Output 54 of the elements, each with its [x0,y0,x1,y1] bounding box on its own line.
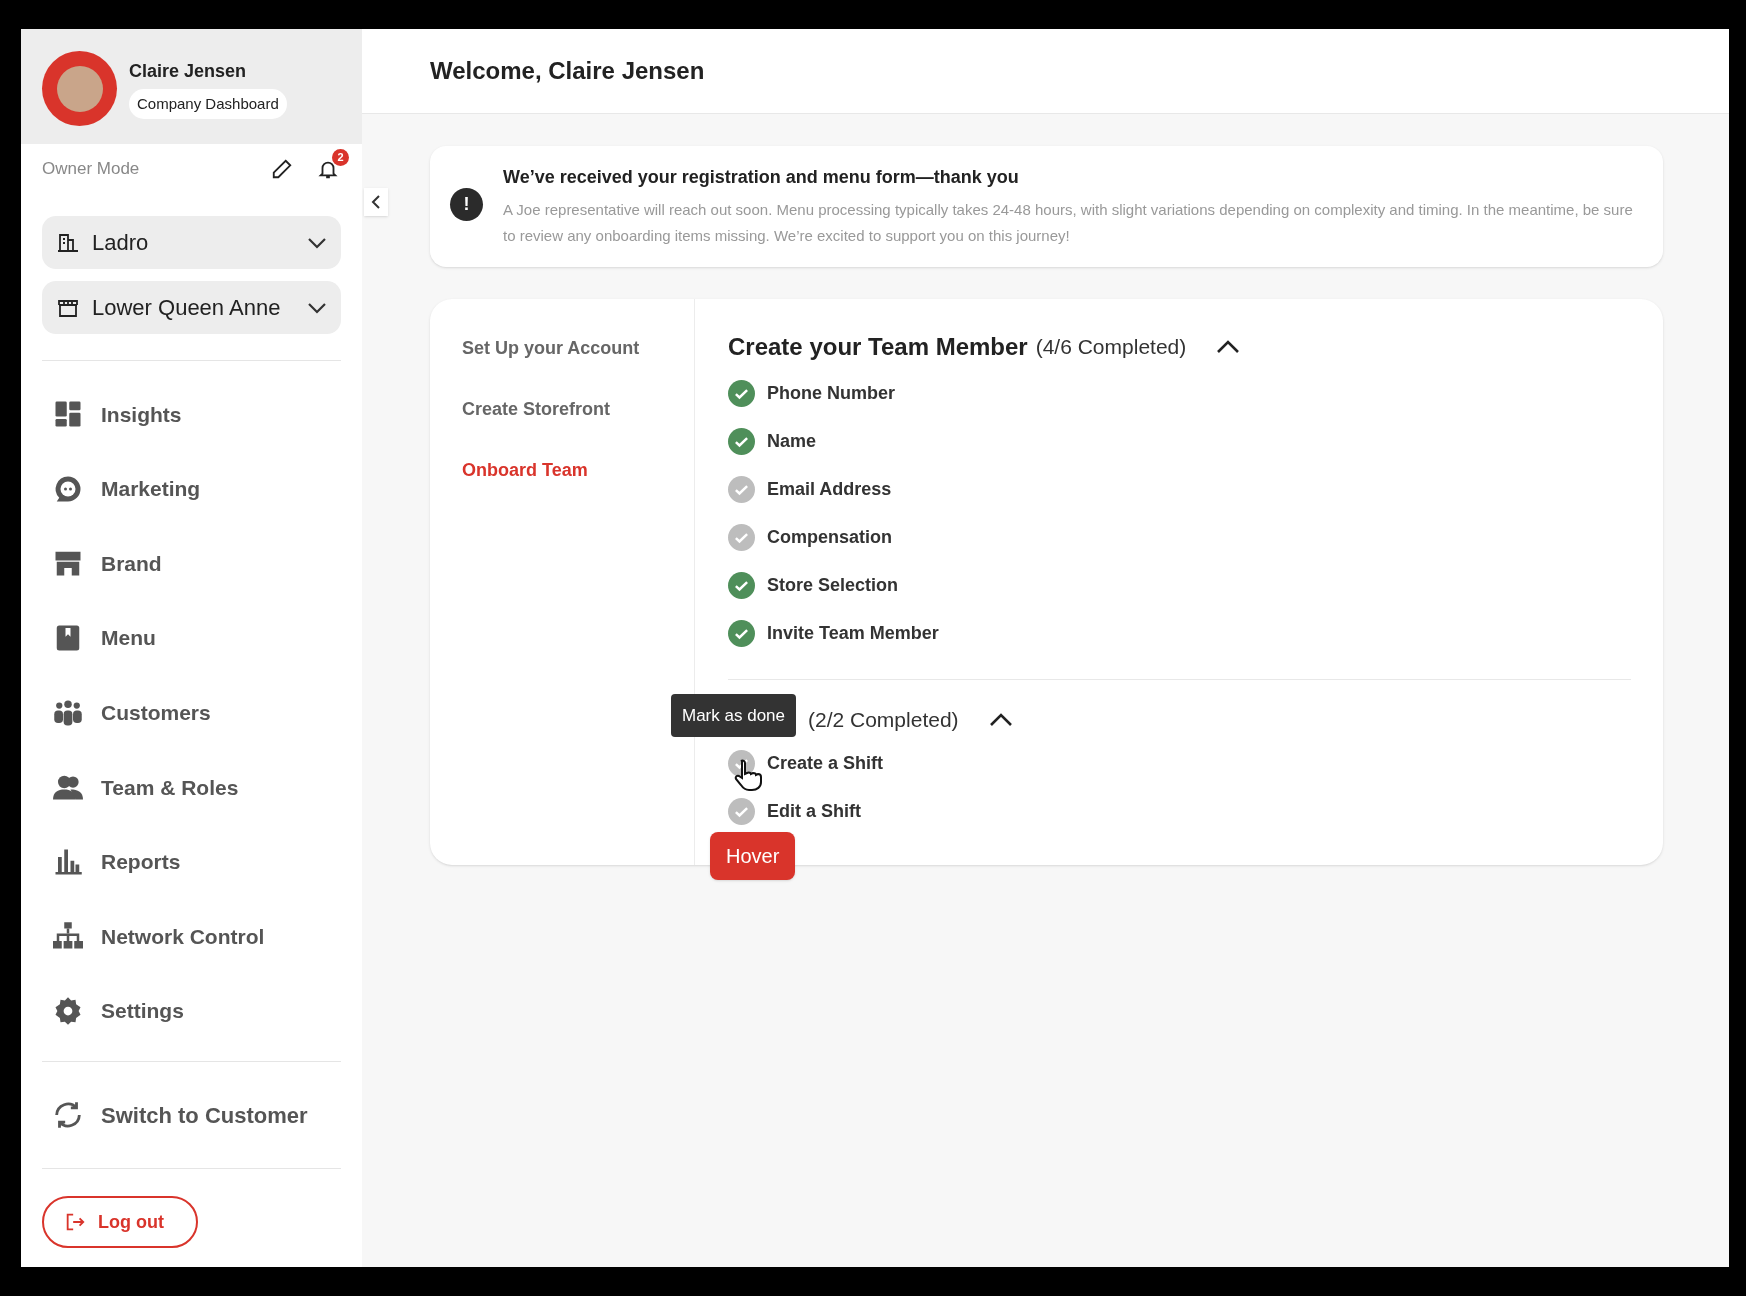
logout-button[interactable]: Log out [42,1196,198,1249]
notification-count: 2 [332,149,349,166]
section-title: Create your Team Member [728,332,1028,362]
nav-item[interactable]: Network Control [51,899,332,974]
task-label: Email Address [767,477,892,501]
nav-item[interactable]: Marketing [51,451,332,527]
notice-text: A Joe representative will reach out soon. Menu processing typically takes 24-48 hours, with slight variations depending on complexity and timing. In the meantime, be sure to review any onboarding items missing. We’re excited to support you on this journey! [503,200,1634,246]
edit-icon[interactable] [271,158,293,180]
collapse-sidebar-button[interactable] [364,188,388,216]
progress-label: (4/6 Completed) [1035,334,1187,361]
check-circle[interactable] [728,427,755,455]
onboarding-step[interactable]: Create Storefront [462,396,694,423]
nav-item[interactable]: Insights [51,377,332,452]
task-label: Store Selection [767,573,899,597]
progress-label: (2/2 Completed) [808,707,959,733]
nav-item[interactable]: Customers [51,675,332,750]
task-label: Phone Number [767,381,895,405]
dashboard-badge: Company Dashboard [129,88,287,120]
onboarding-step[interactable]: Onboard Team [462,457,694,484]
task-label: Name [767,429,817,453]
alert-icon: ! [450,188,483,221]
nav-item[interactable]: Brand [51,526,332,601]
check-circle[interactable] [728,798,755,825]
hand-cursor-icon [734,757,764,792]
notice-title: We’ve received your registration and menu form—thank you [503,166,1020,189]
nav-item[interactable]: Menu [51,600,332,676]
hierarchy-icon [53,921,83,952]
chevron-down-icon [307,236,327,249]
task-label: Edit a Shift [767,800,861,823]
task-label: Compensation [767,525,892,549]
location-dropdown[interactable]: Lower Queen Anne [42,281,341,334]
user-name: Claire Jensen [129,59,247,83]
settings-icon [53,996,83,1027]
check-circle[interactable] [728,523,755,551]
check-circle[interactable] [728,475,755,503]
location-dropdown[interactable]: Ladro [42,216,341,269]
task-label: Invite Team Member [767,621,939,645]
nav-item[interactable]: Settings [51,973,332,1049]
hover-tag: Hover [710,831,796,880]
onboarding-step[interactable]: Set Up your Account [462,335,694,362]
check-circle[interactable] [728,379,755,407]
nav-item[interactable]: Team & Roles [51,749,332,825]
page-title: Welcome, Claire Jensen [430,56,705,86]
switch-to-customer[interactable]: Switch to Customer [51,1098,308,1133]
check-circle[interactable] [728,571,755,599]
nav-item[interactable]: Reports [51,824,332,900]
owner-mode-label: Owner Mode [42,158,140,181]
check-circle[interactable] [728,619,755,647]
chevron-down-icon [307,301,327,314]
dashboard-icon [53,399,83,430]
chevron-left-icon [370,195,382,209]
tooltip: Mark as done [671,693,796,737]
task-label: Create a Shift [767,752,884,775]
section-header[interactable]: Create your Team Member (4/6 Completed) [728,329,1241,365]
